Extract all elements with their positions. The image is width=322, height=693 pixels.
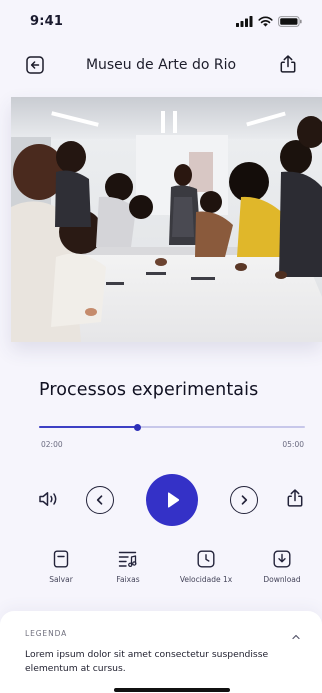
volume-icon	[39, 492, 57, 506]
caption-panel: LEGENDA Lorem ipsum dolor sit amet conse…	[0, 611, 322, 693]
progress-bar[interactable]	[39, 423, 305, 431]
next-icon	[241, 495, 248, 505]
save-action[interactable]: Salvar	[44, 549, 78, 584]
cover-photo	[11, 97, 322, 342]
chevron-up-icon	[292, 634, 300, 640]
play-button[interactable]	[146, 474, 198, 526]
previous-icon	[96, 495, 103, 505]
progress-fill	[39, 426, 138, 428]
volume-button[interactable]	[37, 488, 61, 510]
download-icon	[271, 549, 293, 569]
caption-heading: LEGENDA	[25, 629, 68, 638]
status-time: 9:41	[30, 13, 64, 29]
status-bar: 9:41	[0, 0, 322, 42]
track-title: Processos experimentais	[39, 380, 259, 400]
time-total: 05:00	[282, 440, 304, 449]
bookmark-icon	[50, 549, 72, 569]
next-button[interactable]	[230, 486, 258, 514]
save-label: Salvar	[49, 575, 73, 584]
status-icons	[236, 15, 302, 27]
signal-icon	[236, 15, 253, 27]
page-title: Museu de Arte do Rio	[85, 57, 237, 73]
time-current: 02:00	[41, 440, 63, 449]
speed-label: Velocidade 1x	[179, 575, 233, 584]
caption-toggle[interactable]	[290, 627, 302, 640]
share-icon	[287, 489, 303, 507]
home-indicator[interactable]	[114, 688, 230, 692]
share-top-button[interactable]	[276, 52, 300, 76]
back-button[interactable]	[24, 54, 46, 76]
header: Museu de Arte do Rio	[0, 48, 322, 82]
tracks-icon	[117, 549, 139, 569]
download-action[interactable]: Download	[258, 549, 306, 584]
share-button[interactable]	[284, 486, 306, 510]
previous-button[interactable]	[86, 486, 114, 514]
wifi-icon	[258, 16, 273, 27]
back-arrow-icon	[26, 56, 44, 74]
action-bar: Salvar Faixas Velocidade 1x Download	[0, 549, 322, 589]
download-label: Download	[263, 575, 301, 584]
play-icon	[168, 492, 180, 508]
share-icon	[280, 55, 296, 73]
speed-action[interactable]: Velocidade 1x	[170, 549, 242, 584]
battery-icon	[278, 15, 302, 27]
workshop-photo-illustration	[11, 97, 322, 342]
tracks-action[interactable]: Faixas	[111, 549, 145, 584]
clock-icon	[195, 549, 217, 569]
tracks-label: Faixas	[116, 575, 140, 584]
progress-knob[interactable]	[133, 423, 141, 431]
caption-text: Lorem ipsum dolor sit amet consectetur s…	[25, 649, 269, 674]
